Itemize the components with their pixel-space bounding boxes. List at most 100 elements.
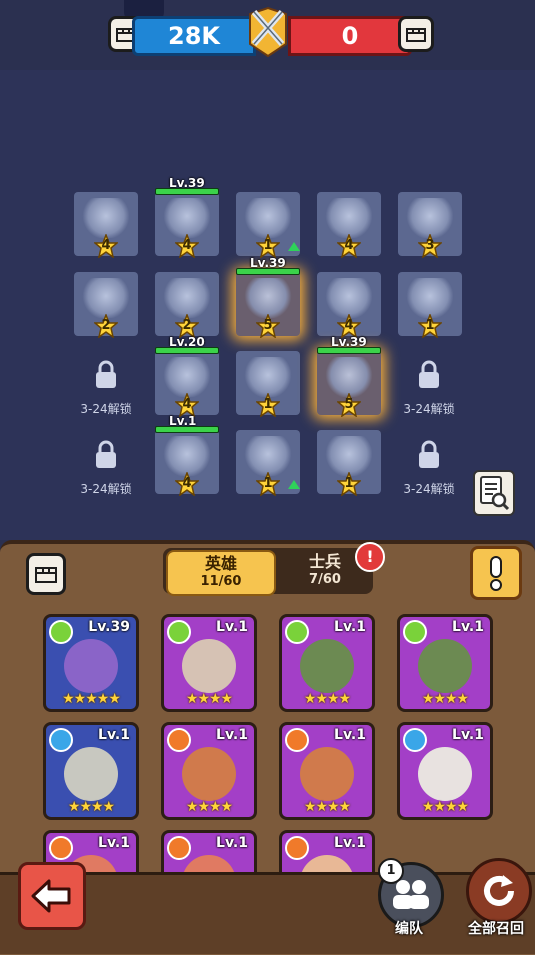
spirit-hero-unit: [244, 278, 292, 318]
star-rank-icon: 5: [337, 393, 361, 417]
water-element-icon: [403, 728, 427, 752]
hero-level: Lv.1: [98, 727, 130, 743]
leaf-element-icon: [285, 620, 309, 644]
health-bar: [317, 347, 381, 354]
info-button[interactable]: [470, 546, 522, 600]
board-tile[interactable]: 4: [74, 192, 138, 258]
board-tile[interactable]: Lv.1 4: [155, 414, 219, 496]
board-tile[interactable]: Lv.20 4: [155, 335, 219, 417]
hero-portrait: [418, 639, 472, 693]
player-score: 28K: [132, 16, 256, 56]
tab-heroes-count: 11/60: [200, 574, 242, 589]
locked-slot[interactable]: 3-24解锁: [397, 360, 461, 424]
fire-element-icon: [49, 836, 73, 860]
hero-stars: ★★★★: [303, 799, 351, 815]
hero-level: Lv.39: [88, 619, 130, 635]
locked-slot[interactable]: 3-24解锁: [74, 360, 138, 424]
fire-element-icon: [285, 728, 309, 752]
locked-slot[interactable]: 3-24解锁: [397, 440, 461, 504]
fist-filter-button[interactable]: [26, 553, 66, 595]
soldier-squad-blue-unit: [82, 198, 130, 238]
hero-stars: ★★★★: [185, 799, 233, 815]
hero-card[interactable]: Lv.1 ★★★★: [279, 614, 375, 712]
hero-stars: ★★★★: [67, 799, 115, 815]
hero-card[interactable]: Lv.1 ★★★★: [161, 722, 257, 820]
hero-card[interactable]: Lv.1 ★★★★: [397, 614, 493, 712]
unit-details-button[interactable]: [473, 470, 515, 516]
hero-card[interactable]: Lv.1 ★★★★: [43, 722, 139, 820]
tab-heroes-label: 英雄: [204, 554, 237, 573]
locked-slot-label: 3-24解锁: [403, 482, 455, 496]
health-bar: [155, 426, 219, 433]
recall-all-label: 全部召回: [468, 921, 524, 937]
board-tile[interactable]: 4: [317, 272, 381, 338]
goblin-squad-unit: [325, 278, 373, 318]
hero-card[interactable]: Lv.1 ★★★★: [397, 722, 493, 820]
green-hero-unit: [163, 436, 211, 476]
spear-squad-unit: [244, 357, 292, 397]
board-tile[interactable]: 2: [155, 272, 219, 338]
spear-squad-unit: [406, 198, 454, 238]
star-rank-icon: 1: [256, 234, 280, 258]
board-tile[interactable]: 2: [74, 272, 138, 338]
hero-level: Lv.1: [452, 619, 484, 635]
hero-level: Lv.1: [98, 835, 130, 851]
hero-stars: ★★★★: [421, 691, 469, 707]
leaf-element-icon: [49, 620, 73, 644]
fist-icon: [35, 567, 57, 583]
back-arrow-icon: [31, 879, 71, 913]
board-tile[interactable]: 1: [317, 430, 381, 496]
crossed-swords-icon: [244, 4, 292, 60]
magnifier-document-icon: [480, 476, 510, 511]
warrior-hero-unit: [325, 357, 373, 397]
hero-level: Lv.1: [334, 727, 366, 743]
hero-portrait: [300, 747, 354, 801]
hero-stars: ★★★★: [303, 691, 351, 707]
star-rank-icon: 4: [94, 234, 118, 258]
board-tile[interactable]: Lv.39 4: [155, 176, 219, 258]
back-button[interactable]: [18, 862, 86, 930]
board-tile[interactable]: 1: [236, 192, 300, 258]
fire-element-icon: [167, 836, 191, 860]
recall-all-button[interactable]: [466, 858, 532, 924]
board-tile[interactable]: 4: [317, 192, 381, 258]
board-tile[interactable]: 1: [236, 351, 300, 417]
star-rank-icon: 4: [175, 472, 199, 496]
board-tile[interactable]: Lv.39 5: [317, 335, 381, 417]
hero-stars: ★★★★★: [62, 691, 121, 707]
health-bar: [155, 188, 219, 195]
hero-card[interactable]: Lv.1 ★★★★: [279, 722, 375, 820]
fire-element-icon: [167, 728, 191, 752]
lock-icon: [96, 360, 116, 388]
tab-soldiers-count: 7/60: [309, 572, 341, 587]
board-tile[interactable]: 1: [398, 272, 462, 338]
hero-level: Lv.1: [334, 835, 366, 851]
water-element-icon: [49, 728, 73, 752]
hero-card[interactable]: Lv.1 ★★★★: [161, 614, 257, 712]
enemy-fist-icon: [398, 16, 434, 52]
formation-badge: 1: [378, 858, 404, 884]
locked-slot[interactable]: 3-24解锁: [74, 440, 138, 504]
board-tile[interactable]: Lv.39 5: [236, 256, 300, 338]
star-rank-icon: 1: [256, 472, 280, 496]
hero-portrait: [418, 747, 472, 801]
hero-stars: ★★★★: [421, 799, 469, 815]
hero-portrait: [64, 747, 118, 801]
dragon-hero-unit: [163, 278, 211, 318]
hero-level: Lv.1: [452, 727, 484, 743]
board-tile[interactable]: 1: [236, 430, 300, 496]
hero-card[interactable]: Lv.39 ★★★★★: [43, 614, 139, 712]
fire-hero-unit: [163, 357, 211, 397]
hero-portrait: [182, 639, 236, 693]
star-rank-icon: 1: [418, 314, 442, 338]
upgrade-arrow-icon: [288, 242, 300, 251]
scoreboard: 28K 0: [0, 0, 535, 70]
hero-portrait: [64, 639, 118, 693]
star-rank-icon: 3: [418, 234, 442, 258]
tab-heroes[interactable]: 英雄 11/60: [166, 550, 276, 596]
siege-machine-unit: [325, 436, 373, 476]
star-rank-icon: 4: [175, 234, 199, 258]
locked-slot-label: 3-24解锁: [80, 402, 132, 416]
soldier-squad-blue-unit: [406, 278, 454, 318]
board-tile[interactable]: 3: [398, 192, 462, 258]
